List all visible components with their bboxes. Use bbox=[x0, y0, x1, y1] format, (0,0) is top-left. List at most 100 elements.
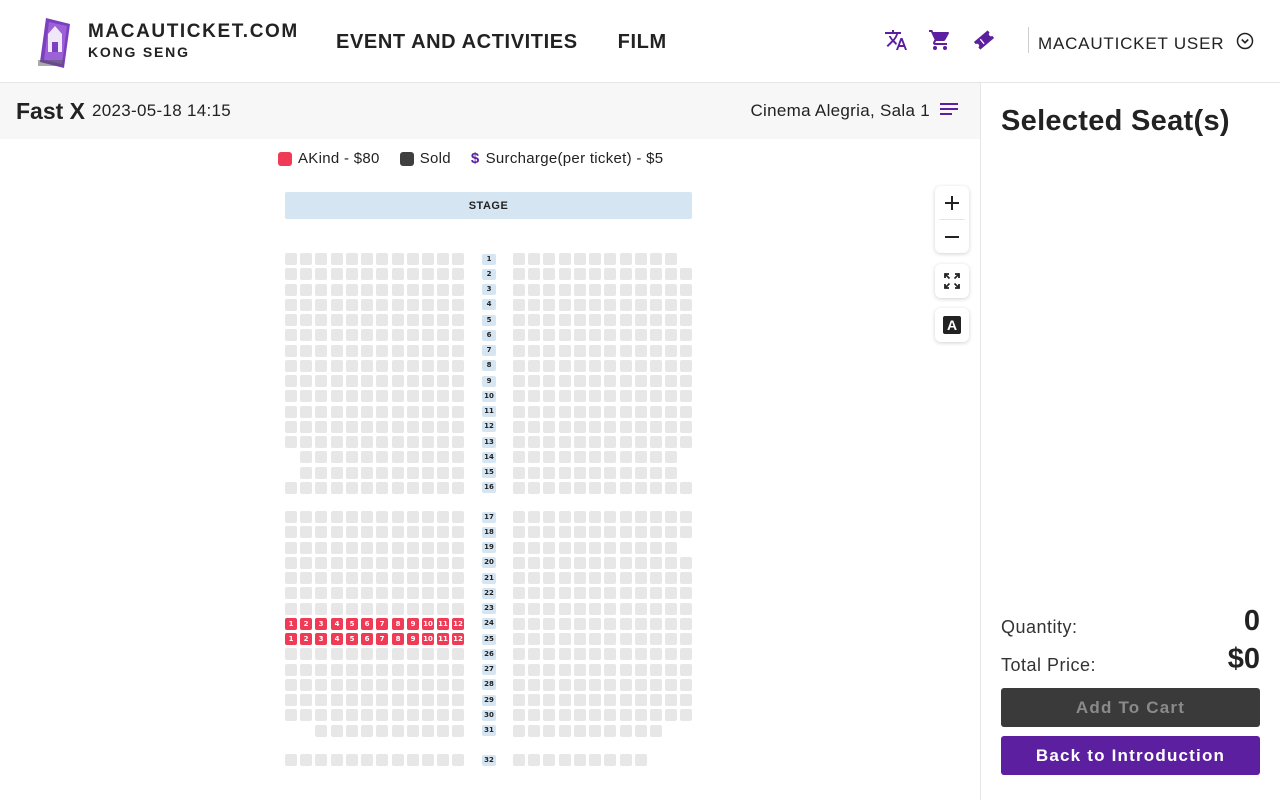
seat-unavailable[interactable] bbox=[528, 754, 540, 766]
seat-unavailable[interactable] bbox=[361, 253, 373, 265]
seat-unavailable[interactable] bbox=[513, 602, 525, 615]
seat-unavailable[interactable] bbox=[604, 602, 616, 615]
seat-unavailable[interactable] bbox=[543, 602, 555, 615]
seat-unavailable[interactable] bbox=[635, 359, 647, 372]
seat-available[interactable]: 8 bbox=[392, 617, 404, 630]
seat-unavailable[interactable] bbox=[285, 572, 297, 584]
seat-unavailable[interactable] bbox=[665, 511, 677, 523]
seat-unavailable[interactable] bbox=[665, 617, 677, 630]
seat-unavailable[interactable] bbox=[650, 436, 662, 448]
seat-unavailable[interactable] bbox=[604, 405, 616, 418]
seat-unavailable[interactable] bbox=[452, 724, 464, 737]
seat-unavailable[interactable] bbox=[635, 344, 647, 357]
seat-unavailable[interactable] bbox=[331, 602, 343, 615]
seat-unavailable[interactable] bbox=[376, 375, 388, 387]
seat-unavailable[interactable] bbox=[300, 541, 312, 554]
seat-unavailable[interactable] bbox=[680, 556, 692, 569]
seat-unavailable[interactable] bbox=[620, 511, 632, 523]
seat-unavailable[interactable] bbox=[300, 405, 312, 418]
seat-unavailable[interactable] bbox=[680, 648, 692, 661]
seat-unavailable[interactable] bbox=[528, 344, 540, 357]
seat-unavailable[interactable] bbox=[285, 648, 297, 661]
seat-unavailable[interactable] bbox=[589, 420, 601, 433]
seat-unavailable[interactable] bbox=[437, 420, 449, 433]
seat-unavailable[interactable] bbox=[559, 648, 571, 661]
seat-unavailable[interactable] bbox=[543, 329, 555, 342]
seat-available[interactable]: 12 bbox=[452, 617, 464, 630]
seat-unavailable[interactable] bbox=[604, 298, 616, 311]
seat-unavailable[interactable] bbox=[452, 451, 464, 464]
seat-unavailable[interactable] bbox=[315, 253, 327, 265]
seat-unavailable[interactable] bbox=[422, 466, 434, 479]
seat-unavailable[interactable] bbox=[680, 405, 692, 418]
seat-available[interactable]: 1 bbox=[285, 633, 297, 645]
seat-unavailable[interactable] bbox=[604, 633, 616, 645]
seat-unavailable[interactable] bbox=[422, 694, 434, 706]
seat-unavailable[interactable] bbox=[300, 678, 312, 691]
seat-unavailable[interactable] bbox=[574, 648, 586, 661]
seat-unavailable[interactable] bbox=[376, 754, 388, 766]
seat-unavailable[interactable] bbox=[559, 253, 571, 265]
cart-icon[interactable] bbox=[928, 28, 952, 52]
seat-unavailable[interactable] bbox=[437, 253, 449, 265]
seat-unavailable[interactable] bbox=[513, 436, 525, 448]
seat-unavailable[interactable] bbox=[559, 587, 571, 600]
seat-unavailable[interactable] bbox=[559, 359, 571, 372]
seat-unavailable[interactable] bbox=[589, 375, 601, 387]
seat-available[interactable]: 2 bbox=[300, 633, 312, 645]
seat-unavailable[interactable] bbox=[650, 587, 662, 600]
seat-unavailable[interactable] bbox=[392, 663, 404, 676]
seat-unavailable[interactable] bbox=[620, 253, 632, 265]
seat-unavailable[interactable] bbox=[331, 359, 343, 372]
seat-unavailable[interactable] bbox=[376, 511, 388, 523]
seat-unavailable[interactable] bbox=[604, 556, 616, 569]
seat-unavailable[interactable] bbox=[407, 298, 419, 311]
seat-unavailable[interactable] bbox=[650, 405, 662, 418]
seat-unavailable[interactable] bbox=[285, 329, 297, 342]
seat-unavailable[interactable] bbox=[437, 283, 449, 296]
seat-unavailable[interactable] bbox=[665, 466, 677, 479]
seat-unavailable[interactable] bbox=[665, 602, 677, 615]
seat-unavailable[interactable] bbox=[528, 436, 540, 448]
seat-unavailable[interactable] bbox=[437, 451, 449, 464]
seat-unavailable[interactable] bbox=[315, 724, 327, 737]
seat-unavailable[interactable] bbox=[604, 481, 616, 494]
back-to-introduction-button[interactable]: Back to Introduction bbox=[1001, 736, 1260, 775]
seat-unavailable[interactable] bbox=[407, 314, 419, 326]
seat-unavailable[interactable] bbox=[620, 390, 632, 403]
seat-unavailable[interactable] bbox=[407, 344, 419, 357]
seat-unavailable[interactable] bbox=[589, 283, 601, 296]
seat-unavailable[interactable] bbox=[376, 344, 388, 357]
seat-unavailable[interactable] bbox=[589, 724, 601, 737]
seat-unavailable[interactable] bbox=[392, 754, 404, 766]
seat-unavailable[interactable] bbox=[574, 633, 586, 645]
seat-unavailable[interactable] bbox=[620, 602, 632, 615]
seat-unavailable[interactable] bbox=[604, 329, 616, 342]
seat-unavailable[interactable] bbox=[361, 724, 373, 737]
seat-unavailable[interactable] bbox=[620, 572, 632, 584]
seat-unavailable[interactable] bbox=[559, 663, 571, 676]
seat-unavailable[interactable] bbox=[680, 511, 692, 523]
zoom-in-button[interactable] bbox=[935, 186, 969, 219]
seat-unavailable[interactable] bbox=[285, 541, 297, 554]
seat-unavailable[interactable] bbox=[589, 587, 601, 600]
seat-unavailable[interactable] bbox=[589, 617, 601, 630]
seat-unavailable[interactable] bbox=[680, 359, 692, 372]
seat-unavailable[interactable] bbox=[589, 405, 601, 418]
seat-unavailable[interactable] bbox=[300, 420, 312, 433]
seat-unavailable[interactable] bbox=[315, 375, 327, 387]
seat-unavailable[interactable] bbox=[650, 694, 662, 706]
seat-unavailable[interactable] bbox=[452, 709, 464, 722]
seat-unavailable[interactable] bbox=[315, 298, 327, 311]
seat-unavailable[interactable] bbox=[452, 283, 464, 296]
seat-unavailable[interactable] bbox=[574, 511, 586, 523]
seat-unavailable[interactable] bbox=[513, 253, 525, 265]
seat-unavailable[interactable] bbox=[559, 511, 571, 523]
seat-unavailable[interactable] bbox=[513, 451, 525, 464]
seat-unavailable[interactable] bbox=[376, 329, 388, 342]
seat-unavailable[interactable] bbox=[392, 511, 404, 523]
seat-unavailable[interactable] bbox=[392, 466, 404, 479]
seat-unavailable[interactable] bbox=[604, 678, 616, 691]
seat-unavailable[interactable] bbox=[346, 724, 358, 737]
seat-unavailable[interactable] bbox=[574, 268, 586, 281]
